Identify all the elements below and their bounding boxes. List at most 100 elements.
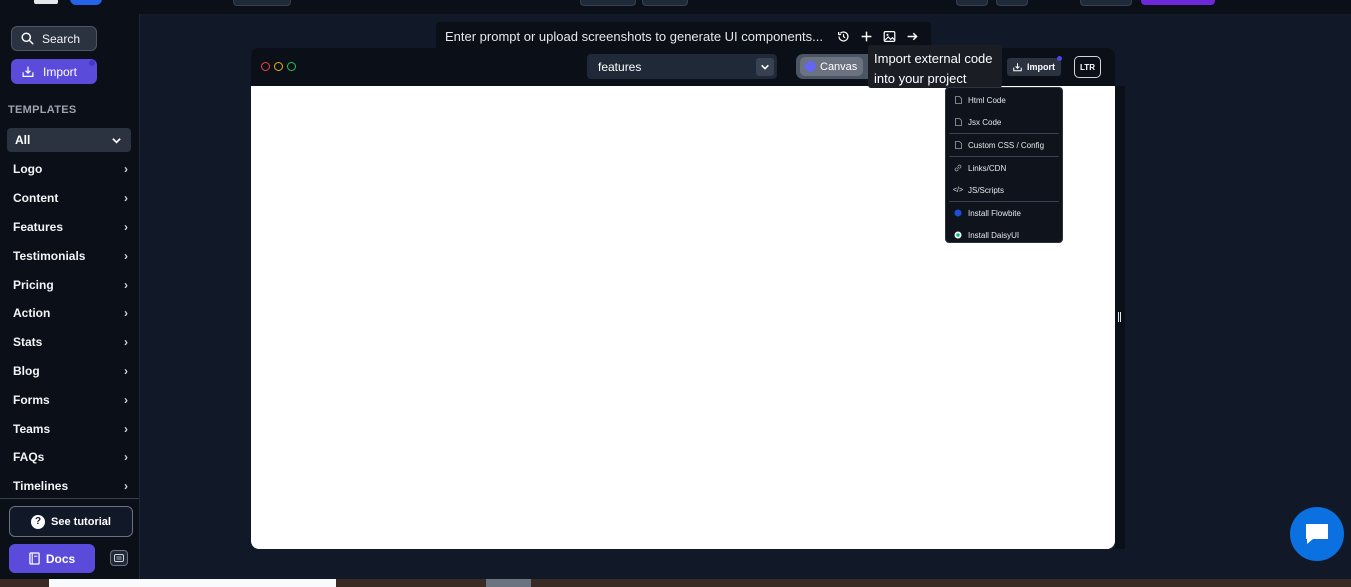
sidebar-item-testimonials[interactable]: Testimonials › xyxy=(0,241,139,270)
menu-item-install-daisyui[interactable]: Install DaisyUI xyxy=(946,224,1062,246)
book-icon xyxy=(29,552,40,565)
category-label: Testimonials xyxy=(13,248,86,263)
prompt-bar[interactable]: Enter prompt or upload screenshots to ge… xyxy=(436,22,931,51)
sidebar-item-content[interactable]: Content › xyxy=(0,184,139,213)
category-label: Logo xyxy=(13,162,43,177)
sidebar-item-teams[interactable]: Teams › xyxy=(0,414,139,443)
canvas-mode-toggle[interactable]: Canvas xyxy=(796,54,876,79)
menu-item-jsx-code[interactable]: Jsx Code xyxy=(946,111,1062,133)
image-upload-icon[interactable] xyxy=(882,30,896,44)
page-select[interactable]: features xyxy=(587,54,777,79)
menu-item-js-scripts[interactable]: </> JS/Scripts xyxy=(946,179,1062,201)
chevron-down-icon xyxy=(112,137,121,144)
see-tutorial-button[interactable]: ? See tutorial xyxy=(9,506,133,537)
link-icon xyxy=(954,164,962,172)
chevron-right-icon: › xyxy=(124,306,128,321)
sidebar-item-features[interactable]: Features › xyxy=(0,213,139,242)
template-filter-value: All xyxy=(15,133,31,147)
submit-arrow-icon[interactable] xyxy=(905,30,919,44)
chevron-right-icon: › xyxy=(124,421,128,436)
os-taskbar xyxy=(0,579,1351,587)
template-filter-select[interactable]: All xyxy=(7,128,131,152)
react-file-icon xyxy=(954,118,962,126)
menu-item-html-code[interactable]: Html Code xyxy=(946,89,1062,111)
css-file-icon xyxy=(954,141,962,149)
chevron-right-icon: › xyxy=(124,277,128,292)
top-chip-button[interactable] xyxy=(642,0,688,6)
maximize-dot-icon[interactable] xyxy=(287,62,296,71)
chevron-right-icon: › xyxy=(124,248,128,263)
template-category-list: Logo › Content › Features › Testimonials › P… xyxy=(0,155,139,501)
message-icon xyxy=(114,554,124,562)
chevron-right-icon: › xyxy=(124,335,128,350)
import-code-label: Import xyxy=(1027,62,1055,72)
see-tutorial-label: See tutorial xyxy=(51,515,111,528)
docs-label: Docs xyxy=(45,551,76,566)
category-label: Features xyxy=(13,219,64,234)
category-label: Content xyxy=(13,191,59,206)
sidebar-item-forms[interactable]: Forms › xyxy=(0,385,139,414)
sidebar-divider xyxy=(0,498,139,499)
import-tooltip: Import external code into your project xyxy=(868,45,1002,88)
menu-item-label: Install Flowbite xyxy=(968,208,1021,218)
chevron-right-icon: › xyxy=(124,162,128,177)
taskbar-window[interactable] xyxy=(486,579,531,587)
canvas-label: Canvas xyxy=(820,60,858,73)
menu-item-links-cdn[interactable]: Links/CDN xyxy=(946,157,1062,179)
close-dot-icon[interactable] xyxy=(261,62,270,71)
sidebar-item-action[interactable]: Action › xyxy=(0,299,139,328)
sidebar-item-pricing[interactable]: Pricing › xyxy=(0,270,139,299)
menu-item-label: Links/CDN xyxy=(968,163,1007,173)
help-icon: ? xyxy=(31,514,46,529)
templates-heading: TEMPLATES xyxy=(8,104,77,116)
flowbite-icon xyxy=(954,209,962,217)
category-label: Pricing xyxy=(13,277,54,292)
chevron-right-icon: › xyxy=(124,392,128,407)
window-controls xyxy=(261,62,296,71)
category-label: Action xyxy=(13,306,51,321)
top-chip-button[interactable] xyxy=(233,0,291,6)
sidebar-item-timelines[interactable]: Timelines › xyxy=(0,472,139,501)
menu-item-label: Install DaisyUI xyxy=(968,230,1020,240)
history-icon[interactable] xyxy=(836,30,850,44)
search-button[interactable]: Search xyxy=(11,26,97,51)
top-blue-button[interactable] xyxy=(70,0,102,5)
import-button[interactable]: Import xyxy=(11,59,97,84)
top-primary-button[interactable] xyxy=(1141,0,1215,5)
minimize-dot-icon[interactable] xyxy=(274,62,283,71)
canvas-mode-option[interactable]: Canvas xyxy=(800,57,864,76)
sidebar-item-stats[interactable]: Stats › xyxy=(0,328,139,357)
sidebar-item-logo[interactable]: Logo › xyxy=(0,155,139,184)
menu-item-install-flowbite[interactable]: Install Flowbite xyxy=(946,202,1062,224)
code-icon: </> xyxy=(952,186,964,194)
top-icon-button[interactable] xyxy=(996,0,1028,6)
top-chip-button[interactable] xyxy=(1080,0,1132,6)
support-chat-button[interactable] xyxy=(1290,507,1344,561)
category-label: Timelines xyxy=(13,479,69,494)
docs-button[interactable]: Docs xyxy=(9,544,95,573)
top-icon-button[interactable] xyxy=(956,0,988,6)
menu-item-custom-css[interactable]: Custom CSS / Config xyxy=(946,134,1062,156)
category-label: Blog xyxy=(13,363,40,378)
menu-item-label: JS/Scripts xyxy=(968,185,1005,195)
add-icon[interactable] xyxy=(859,30,873,44)
prompt-actions xyxy=(836,30,931,44)
canvas-icon xyxy=(805,61,816,72)
category-label: Stats xyxy=(13,335,43,350)
menu-item-label: Custom CSS / Config xyxy=(968,140,1045,150)
sidebar-item-blog[interactable]: Blog › xyxy=(0,357,139,386)
sidebar-item-faqs[interactable]: FAQs › xyxy=(0,443,139,472)
import-button-label: Import xyxy=(43,64,78,79)
import-code-button[interactable]: Import xyxy=(1007,56,1062,76)
menu-item-label: Jsx Code xyxy=(968,117,1002,127)
search-icon xyxy=(21,32,34,45)
message-button[interactable] xyxy=(110,550,128,566)
prompt-input[interactable]: Enter prompt or upload screenshots to ge… xyxy=(445,29,836,44)
taskbar-window[interactable] xyxy=(49,579,336,587)
chevron-right-icon: › xyxy=(124,450,128,465)
import-dropdown-menu: Html Code Jsx Code Custom CSS / Config L… xyxy=(945,87,1063,243)
import-icon xyxy=(1013,63,1022,72)
text-direction-button[interactable]: LTR xyxy=(1074,56,1101,78)
top-chip-button[interactable] xyxy=(580,0,636,6)
resize-handle[interactable] xyxy=(1118,312,1121,322)
